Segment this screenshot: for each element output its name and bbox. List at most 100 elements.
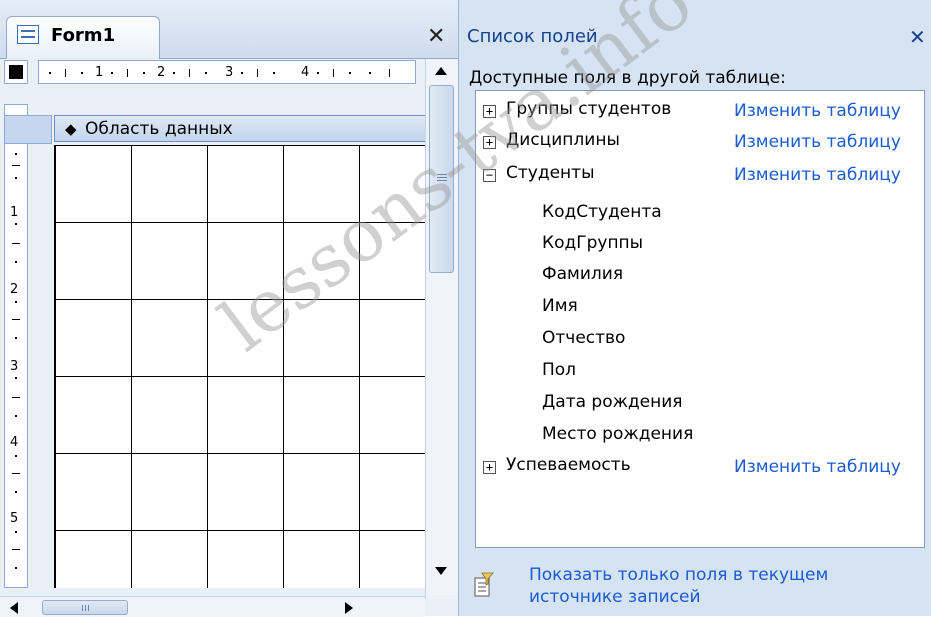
ruler-dot <box>241 72 243 74</box>
expand-icon[interactable]: + <box>483 105 496 118</box>
ruler-dot <box>173 72 175 74</box>
show-current-fields-link[interactable]: Показать только поля в текущем источнике… <box>529 564 889 608</box>
edit-table-link[interactable]: Изменить таблицу <box>734 165 901 185</box>
close-field-list-icon[interactable]: ✕ <box>909 27 926 47</box>
table-name[interactable]: Студенты <box>506 163 595 183</box>
ruler-tick <box>12 473 20 474</box>
ruler-dot <box>81 72 83 74</box>
footer-line-2: источнике записей <box>529 587 701 607</box>
ruler-dot <box>15 415 17 417</box>
table-name[interactable]: Успеваемость <box>506 455 631 475</box>
field-list-title-bar: Список полей ✕ <box>459 16 931 56</box>
ruler-v-number-5: 5 <box>10 511 19 526</box>
ruler-tick <box>12 549 20 550</box>
document-tab-strip: Form1 ✕ <box>0 0 458 59</box>
grip-line <box>437 180 447 181</box>
scroll-left-icon[interactable] <box>10 602 18 614</box>
grip-line <box>88 605 89 611</box>
collapse-icon[interactable]: − <box>483 169 496 182</box>
horizontal-scrollbar[interactable] <box>0 596 425 617</box>
scroll-down-icon[interactable] <box>435 567 447 575</box>
form-selector-icon <box>9 65 23 79</box>
scroll-right-icon[interactable] <box>345 602 353 614</box>
ruler-tick <box>257 69 258 77</box>
edit-table-link[interactable]: Изменить таблицу <box>734 132 901 152</box>
horizontal-scroll-thumb[interactable] <box>42 600 128 615</box>
field-item[interactable]: Отчество <box>542 328 625 348</box>
ruler-dot <box>15 567 17 569</box>
form-selector[interactable] <box>4 60 28 84</box>
vertical-scrollbar[interactable] <box>425 59 457 599</box>
field-list-title: Список полей <box>467 26 598 47</box>
form-design-surface: 1 2 3 4 1 2 3 4 5 ◆ Область данных <box>0 59 458 616</box>
ruler-tick <box>12 165 20 166</box>
expand-icon[interactable]: + <box>483 136 496 149</box>
field-list-pane: Список полей ✕ Доступные поля в другой т… <box>459 0 931 616</box>
expand-icon[interactable]: + <box>483 461 496 474</box>
ruler-dot <box>15 531 17 533</box>
ruler-v-number-4: 4 <box>10 435 19 450</box>
table-row-groups[interactable]: + Группы студентов Изменить таблицу <box>476 97 924 127</box>
filter-fields-icon[interactable] <box>474 572 494 598</box>
table-name[interactable]: Группы студентов <box>506 99 671 119</box>
form-icon <box>17 25 39 44</box>
horizontal-ruler[interactable]: 1 2 3 4 <box>38 60 416 84</box>
section-selector[interactable] <box>4 115 52 144</box>
ruler-dot <box>15 455 17 457</box>
footer-line-1: Показать только поля в текущем <box>529 565 829 585</box>
close-form-icon[interactable]: ✕ <box>427 26 445 48</box>
section-label: Область данных <box>85 119 233 139</box>
ruler-dot <box>143 72 145 74</box>
field-item[interactable]: Место рождения <box>542 424 693 444</box>
ruler-dot <box>317 72 319 74</box>
form-designer-pane: Form1 ✕ 1 2 3 4 1 2 3 4 5 ◆ Область данн… <box>0 0 459 617</box>
table-row-disciplines[interactable]: + Дисциплины Изменить таблицу <box>476 128 924 158</box>
ruler-dot <box>49 72 51 74</box>
field-item[interactable]: Дата рождения <box>542 392 683 412</box>
edit-table-link[interactable]: Изменить таблицу <box>734 457 901 477</box>
vertical-scroll-thumb[interactable] <box>429 85 454 273</box>
ruler-v-number-1: 1 <box>10 205 19 220</box>
detail-section-header[interactable]: ◆ Область данных <box>54 115 426 142</box>
grip-line <box>437 177 447 178</box>
grip-line <box>85 605 86 611</box>
ruler-tick <box>12 319 20 320</box>
ruler-number-1: 1 <box>95 65 104 80</box>
field-list-tree: + Группы студентов Изменить таблицу + Ди… <box>475 90 925 548</box>
scroll-up-icon[interactable] <box>435 67 447 75</box>
tab-title: Form1 <box>51 25 116 46</box>
table-row-students[interactable]: − Студенты Изменить таблицу <box>476 161 924 191</box>
field-item[interactable]: КодГруппы <box>542 233 643 253</box>
ruler-tick <box>127 69 128 77</box>
field-item[interactable]: КодСтудента <box>542 202 662 222</box>
field-item[interactable]: Фамилия <box>542 264 623 284</box>
ruler-dot <box>15 377 17 379</box>
ruler-dot <box>15 177 17 179</box>
ruler-number-3: 3 <box>225 65 234 80</box>
ruler-dot <box>15 223 17 225</box>
ruler-dot <box>15 261 17 263</box>
ruler-tick <box>65 69 66 77</box>
ruler-dot <box>273 72 275 74</box>
ruler-tick <box>12 243 20 244</box>
ruler-v-number-2: 2 <box>10 282 19 297</box>
ruler-tick <box>389 69 390 77</box>
edit-table-link[interactable]: Изменить таблицу <box>734 101 901 121</box>
table-name[interactable]: Дисциплины <box>506 130 620 150</box>
ruler-number-2: 2 <box>157 65 166 80</box>
ruler-tick <box>189 69 190 77</box>
tab-form1[interactable]: Form1 <box>6 16 160 59</box>
ruler-dot <box>15 153 17 155</box>
table-row-performance[interactable]: + Успеваемость Изменить таблицу <box>476 453 924 483</box>
ruler-dot <box>205 72 207 74</box>
detail-section-grid[interactable] <box>54 145 427 588</box>
ruler-dot <box>15 337 17 339</box>
field-item[interactable]: Пол <box>542 360 576 380</box>
ruler-dot <box>369 72 371 74</box>
ruler-tick <box>333 69 334 77</box>
ruler-v-number-3: 3 <box>10 359 19 374</box>
vertical-ruler[interactable]: 1 2 3 4 5 <box>4 104 28 588</box>
field-item[interactable]: Имя <box>542 296 578 316</box>
ruler-dot <box>111 72 113 74</box>
ruler-number-4: 4 <box>301 65 310 80</box>
